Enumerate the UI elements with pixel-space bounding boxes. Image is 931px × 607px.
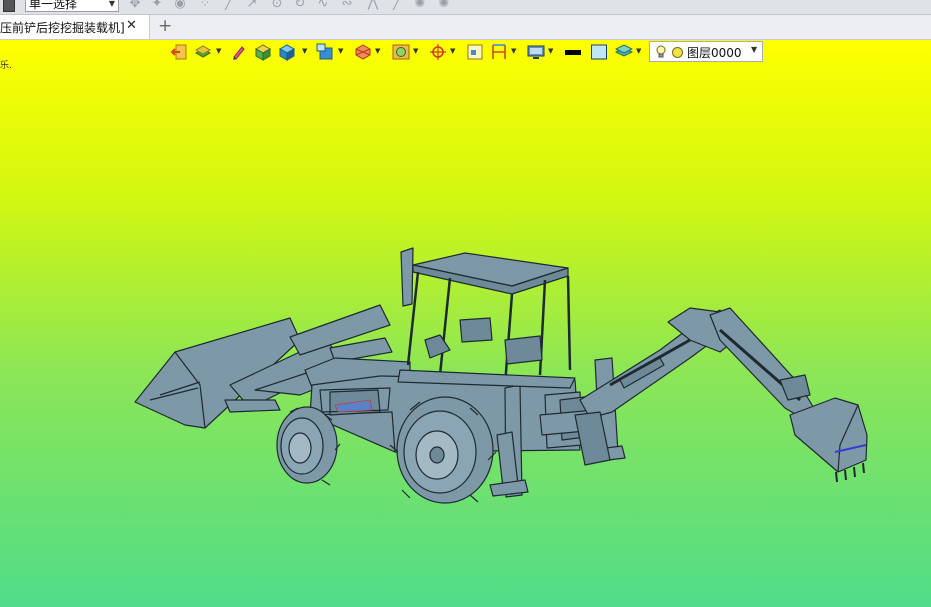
curve-icon[interactable]: ∿ — [316, 0, 330, 11]
arc-icon[interactable]: ⋀ — [366, 0, 380, 11]
command-bar: 单一选择 ▼ ✥ ✦ ◉ ⁘ ╱ ↗ ⊙ ↻ ∿ ∾ ⋀ ╱ ✺ ✺ — [0, 0, 931, 15]
pick-filter-icon[interactable] — [3, 0, 15, 12]
play-icon[interactable]: ◉ — [173, 0, 187, 11]
close-icon[interactable]: ✕ — [126, 18, 137, 33]
line-icon[interactable]: ╱ — [222, 0, 236, 11]
backhoe-stick — [709, 307, 816, 421]
rotate-icon[interactable]: ↻ — [293, 0, 307, 11]
operator-cab — [397, 252, 576, 389]
spline-icon[interactable]: ∾ — [340, 0, 354, 11]
tab-document[interactable]: 压前铲后挖挖掘装载机] ✕ — [0, 15, 150, 39]
settings-icon[interactable]: ✺ — [437, 0, 451, 11]
pointer-icon[interactable]: ✥ — [128, 0, 142, 11]
arrow-line-icon[interactable]: ↗ — [245, 0, 259, 11]
selection-mode-dropdown[interactable]: 单一选择 ▼ — [25, 0, 119, 12]
tab-document-label: 压前铲后挖挖掘装载机] — [0, 21, 125, 35]
add-tab-button[interactable]: + — [158, 16, 172, 36]
front-wheel — [276, 406, 341, 486]
document-tab-bar: 压前铲后挖挖掘装载机] ✕ + — [0, 15, 931, 40]
backhoe-bucket — [789, 397, 868, 483]
slash-icon[interactable]: ╱ — [390, 0, 404, 11]
3d-viewport[interactable]: 乐. ▼ ▼ ▼ ▼ ▼ ▼ ▼ ▼ ▼ 图层0000 ▼ — [0, 40, 931, 607]
selection-mode-value: 单一选择 — [29, 0, 78, 11]
gear-icon[interactable]: ✺ — [413, 0, 427, 11]
pick-icon[interactable]: ✦ — [150, 0, 164, 11]
chevron-down-icon: ▼ — [108, 0, 115, 8]
backhoe-loader-model[interactable] — [0, 40, 931, 607]
point-icon[interactable]: ⁘ — [198, 0, 212, 11]
circle-center-icon[interactable]: ⊙ — [270, 0, 284, 11]
exhaust-pipe — [400, 247, 414, 307]
